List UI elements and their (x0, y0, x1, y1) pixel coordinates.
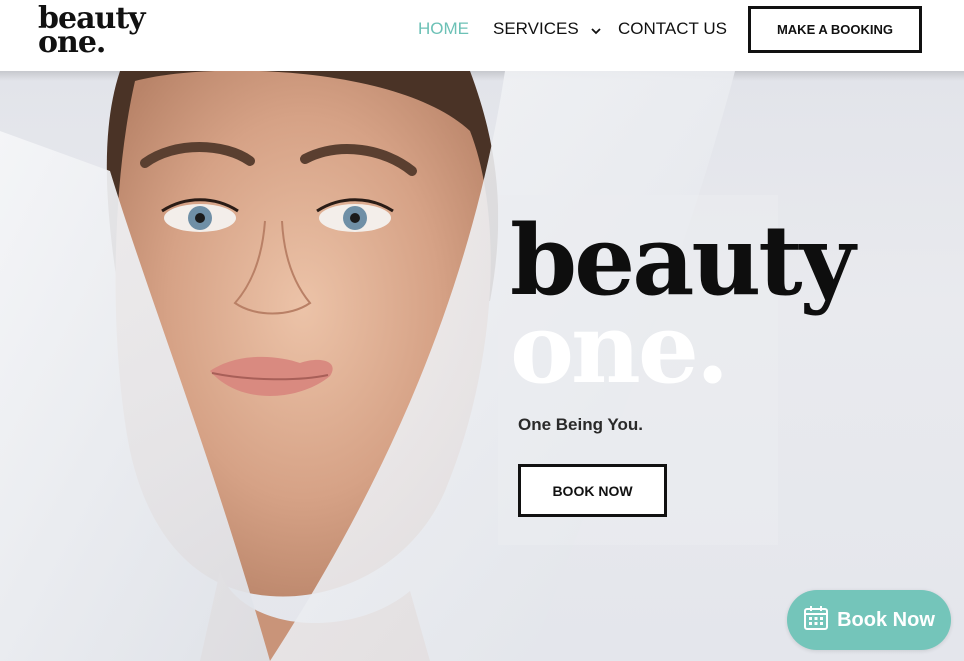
brand-logo[interactable]: beauty one. (38, 4, 146, 58)
hero-portrait-image (0, 71, 735, 661)
book-now-button[interactable]: BOOK NOW (518, 464, 667, 517)
nav-home[interactable]: HOME (418, 19, 469, 39)
hero-tagline: One Being You. (518, 415, 643, 434)
floating-book-now-label: Book Now (837, 608, 935, 631)
chevron-down-icon (591, 20, 602, 40)
nav-contact[interactable]: CONTACT US (618, 19, 727, 39)
calendar-icon (803, 605, 829, 636)
make-booking-button[interactable]: MAKE A BOOKING (748, 6, 922, 53)
hero-section: beauty one. One Being You. BOOK NOW (0, 71, 964, 661)
nav-services[interactable]: SERVICES (493, 19, 602, 40)
floating-book-now-button[interactable]: Book Now (787, 590, 951, 650)
hero-title-line-2: one. (510, 292, 729, 405)
nav-services-label: SERVICES (493, 19, 579, 38)
site-header: beauty one. HOME SERVICES CONTACT US MAK… (0, 0, 964, 71)
